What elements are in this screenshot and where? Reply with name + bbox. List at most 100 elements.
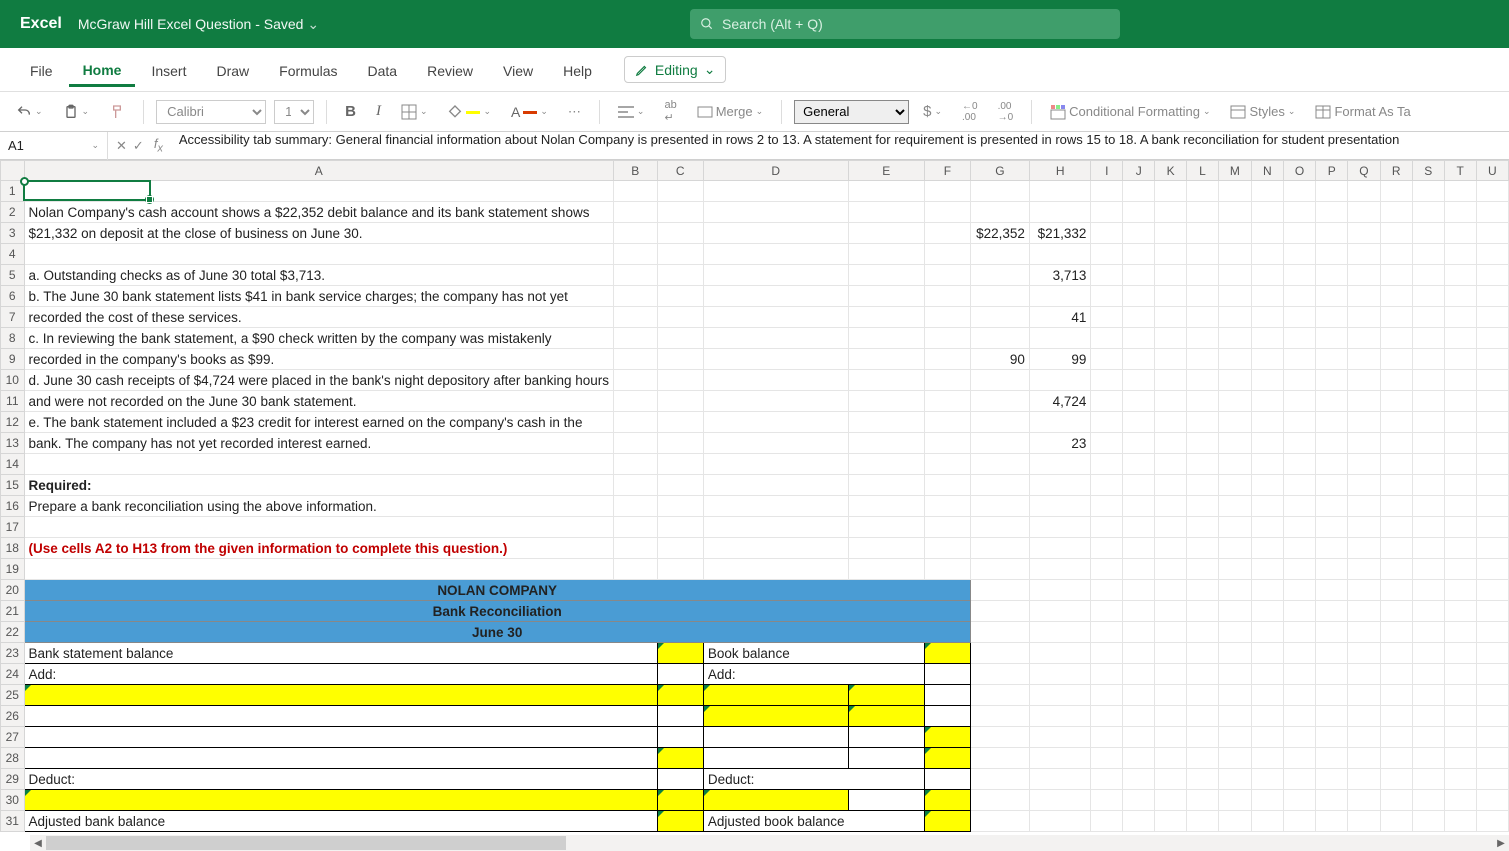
cell-styles-button[interactable]: Styles⌄ [1224,100,1301,123]
cell[interactable] [1251,685,1283,706]
tab-draw[interactable]: Draw [202,53,263,87]
cell[interactable] [1155,748,1187,769]
cell[interactable] [1412,643,1444,664]
cell[interactable] [1091,370,1123,391]
cell[interactable] [1251,664,1283,685]
cell[interactable] [1476,349,1508,370]
cell[interactable] [1029,748,1090,769]
cell[interactable] [1123,265,1155,286]
cell[interactable] [1283,454,1315,475]
cell[interactable] [1476,370,1508,391]
cell[interactable] [613,433,657,454]
cell[interactable] [1348,433,1380,454]
cell[interactable] [1316,265,1348,286]
cell[interactable] [924,454,970,475]
input-cell[interactable] [703,685,848,706]
cell[interactable] [1380,223,1412,244]
row-header-4[interactable]: 4 [1,244,25,265]
cell[interactable] [1412,412,1444,433]
cell[interactable] [1155,475,1187,496]
cell[interactable] [1155,622,1187,643]
align-button[interactable]: ⌄ [612,101,651,123]
cell[interactable] [1476,748,1508,769]
cell[interactable] [1283,790,1315,811]
cell[interactable] [1348,517,1380,538]
row-header-24[interactable]: 24 [1,664,25,685]
cell[interactable] [1123,307,1155,328]
cell[interactable] [1283,370,1315,391]
cell[interactable] [924,265,970,286]
cell[interactable] [1123,433,1155,454]
row-header-22[interactable]: 22 [1,622,25,643]
cell[interactable]: 23 [1029,433,1090,454]
cell[interactable] [1412,664,1444,685]
cell[interactable] [1218,328,1251,349]
cell[interactable] [1316,685,1348,706]
cell[interactable] [1380,433,1412,454]
cell[interactable] [1444,181,1476,202]
cell[interactable] [613,538,657,559]
cell[interactable] [1123,748,1155,769]
cell[interactable]: (Use cells A2 to H13 from the given info… [24,538,613,559]
cell[interactable] [1316,538,1348,559]
cell[interactable] [1123,517,1155,538]
cell[interactable] [1380,391,1412,412]
cell[interactable] [1218,454,1251,475]
cell[interactable]: Prepare a bank reconciliation using the … [24,496,613,517]
cell[interactable] [1187,664,1219,685]
cell[interactable] [24,748,657,769]
cell[interactable] [1380,559,1412,580]
row-header-2[interactable]: 2 [1,202,25,223]
cell[interactable] [1316,496,1348,517]
cell[interactable] [848,391,924,412]
cell[interactable]: Required: [24,475,613,496]
cell[interactable] [1444,370,1476,391]
cell[interactable] [1283,727,1315,748]
cell[interactable] [1476,328,1508,349]
cancel-formula-icon[interactable]: ✕ [116,138,127,154]
cell[interactable] [1218,643,1251,664]
cell[interactable] [848,286,924,307]
cell[interactable] [1316,475,1348,496]
cell[interactable] [1476,265,1508,286]
cell[interactable] [1476,307,1508,328]
select-all-corner[interactable] [1,161,25,181]
cell[interactable] [1348,706,1380,727]
cell[interactable] [1091,769,1123,790]
more-font-button[interactable]: ⋯ [562,100,587,124]
input-cell[interactable] [657,685,703,706]
tab-home[interactable]: Home [69,52,136,87]
cell[interactable] [1316,643,1348,664]
cell[interactable] [1251,496,1283,517]
cell[interactable] [970,475,1029,496]
borders-button[interactable]: ⌄ [395,100,434,124]
cell[interactable] [1091,433,1123,454]
cell[interactable] [703,349,848,370]
cell[interactable] [1091,664,1123,685]
cell[interactable] [1218,244,1251,265]
cell[interactable] [1251,244,1283,265]
cell[interactable] [970,454,1029,475]
cell[interactable] [924,706,970,727]
cell[interactable] [970,391,1029,412]
cell[interactable] [1348,349,1380,370]
cell[interactable] [1091,181,1123,202]
cell[interactable] [1380,517,1412,538]
tab-data[interactable]: Data [354,53,412,87]
cell[interactable] [1091,454,1123,475]
cell[interactable] [1251,370,1283,391]
cell[interactable] [1476,580,1508,601]
cell[interactable] [1251,727,1283,748]
row-header-7[interactable]: 7 [1,307,25,328]
cell[interactable] [1155,181,1187,202]
cell[interactable] [657,286,703,307]
cell[interactable] [1123,475,1155,496]
cell[interactable] [1029,286,1090,307]
cell[interactable] [1348,328,1380,349]
col-header-S[interactable]: S [1412,161,1444,181]
cell[interactable] [1316,601,1348,622]
cell[interactable] [1412,496,1444,517]
cell[interactable] [703,370,848,391]
tab-view[interactable]: View [489,53,547,87]
cell[interactable] [1316,286,1348,307]
